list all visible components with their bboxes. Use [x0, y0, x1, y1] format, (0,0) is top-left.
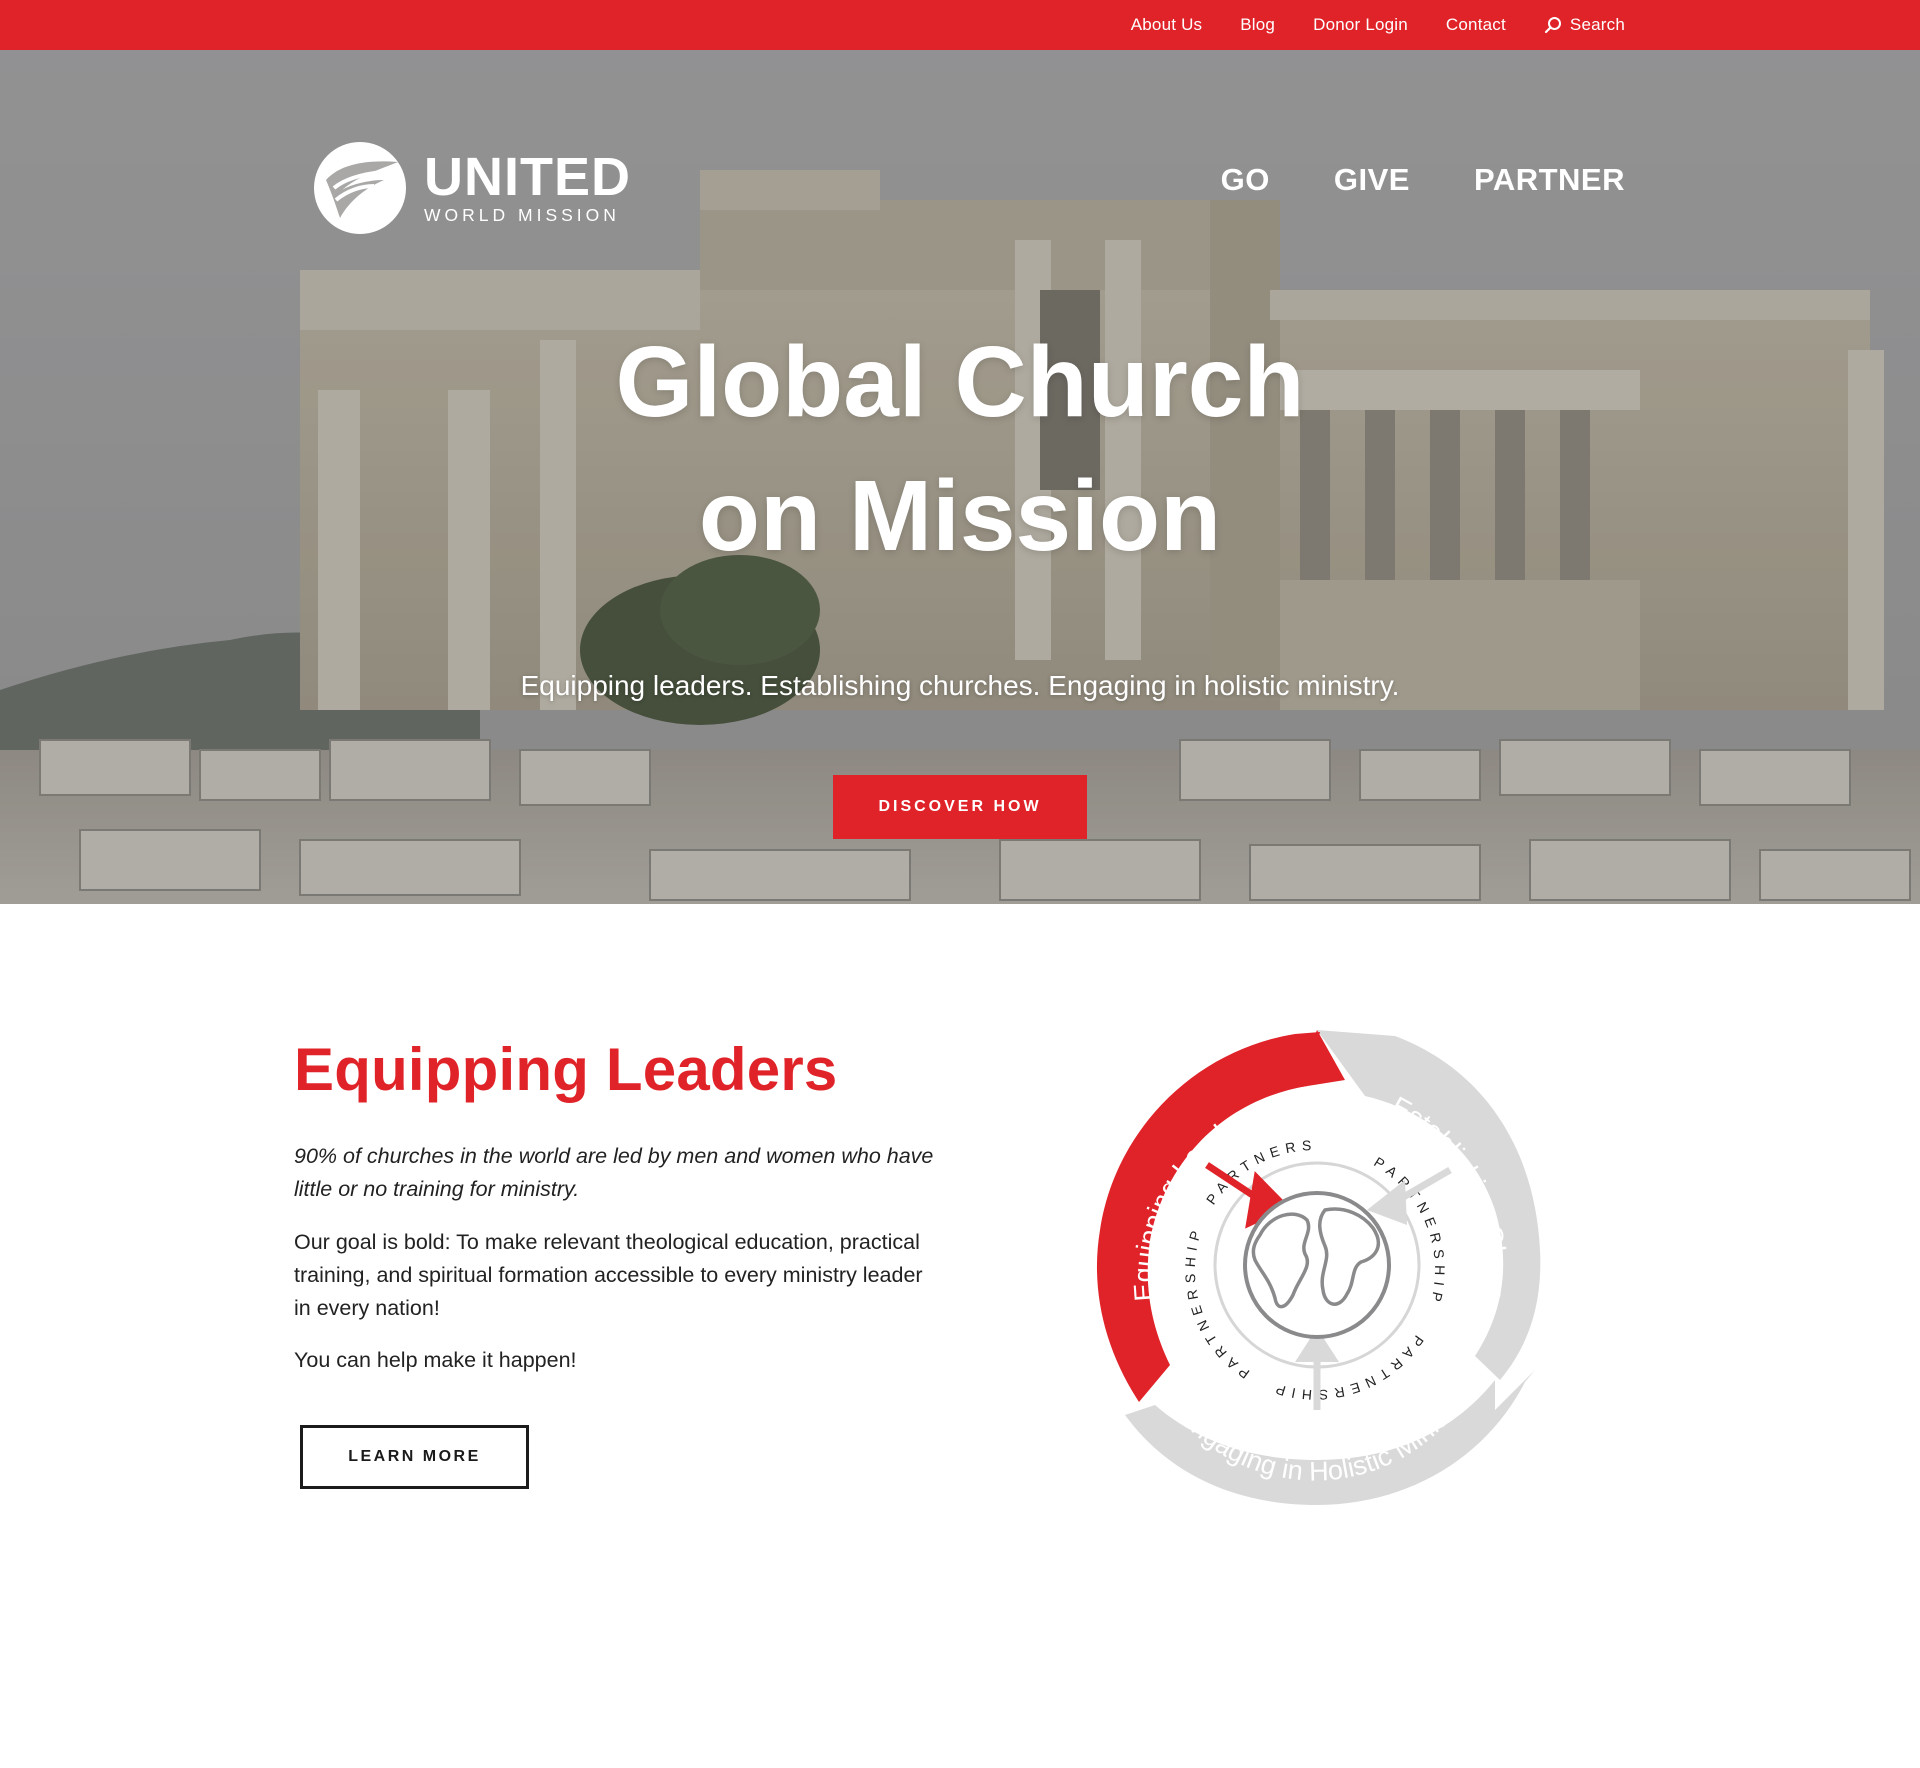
hero-banner: UNITED WORLD MISSION GO GIVE PARTNER Glo… [0, 50, 1920, 904]
globe-icon [1243, 1191, 1391, 1339]
nav-link-about-us[interactable]: About Us [1131, 15, 1203, 35]
nav-give[interactable]: GIVE [1334, 162, 1410, 198]
section-lede: 90% of churches in the world are led by … [294, 1144, 934, 1201]
hero-title-line1: Global Church [615, 326, 1305, 438]
nav-go[interactable]: GO [1221, 162, 1270, 198]
search-link[interactable]: Search [1544, 15, 1625, 35]
top-utility-bar: About Us Blog Donor Login Contact Search [0, 0, 1920, 50]
section-paragraph-goal: Our goal is bold: To make relevant theol… [294, 1230, 923, 1320]
hero-title: Global Church on Mission [0, 315, 1920, 583]
nav-link-donor-login[interactable]: Donor Login [1313, 15, 1408, 35]
nav-link-contact[interactable]: Contact [1446, 15, 1506, 35]
partnership-word-bottom: PARTNERSHIP [1268, 1333, 1427, 1404]
hero-subtitle: Equipping leaders. Establishing churches… [520, 670, 1400, 701]
logo-brand-text: UNITED [424, 147, 631, 207]
nav-link-blog[interactable]: Blog [1240, 15, 1275, 35]
main-navigation: GO GIVE PARTNER [1221, 162, 1625, 198]
search-icon [1544, 16, 1562, 34]
search-label: Search [1569, 15, 1625, 34]
section-paragraph-help: You can help make it happen! [294, 1348, 577, 1372]
logo-subtitle-text: WORLD MISSION [424, 205, 620, 225]
hero-title-line2: on Mission [698, 460, 1222, 572]
nav-partner[interactable]: PARTNER [1474, 162, 1625, 198]
united-logo-mark [314, 142, 406, 234]
ministry-cycle-diagram: Equipping Leaders Establishing Churches … [1055, 1010, 1575, 1530]
discover-how-button[interactable]: DISCOVER HOW [833, 775, 1087, 839]
section-title: Equipping Leaders [294, 1036, 838, 1103]
learn-more-button[interactable]: LEARN MORE [300, 1425, 529, 1489]
site-logo[interactable]: UNITED WORLD MISSION [312, 140, 642, 236]
